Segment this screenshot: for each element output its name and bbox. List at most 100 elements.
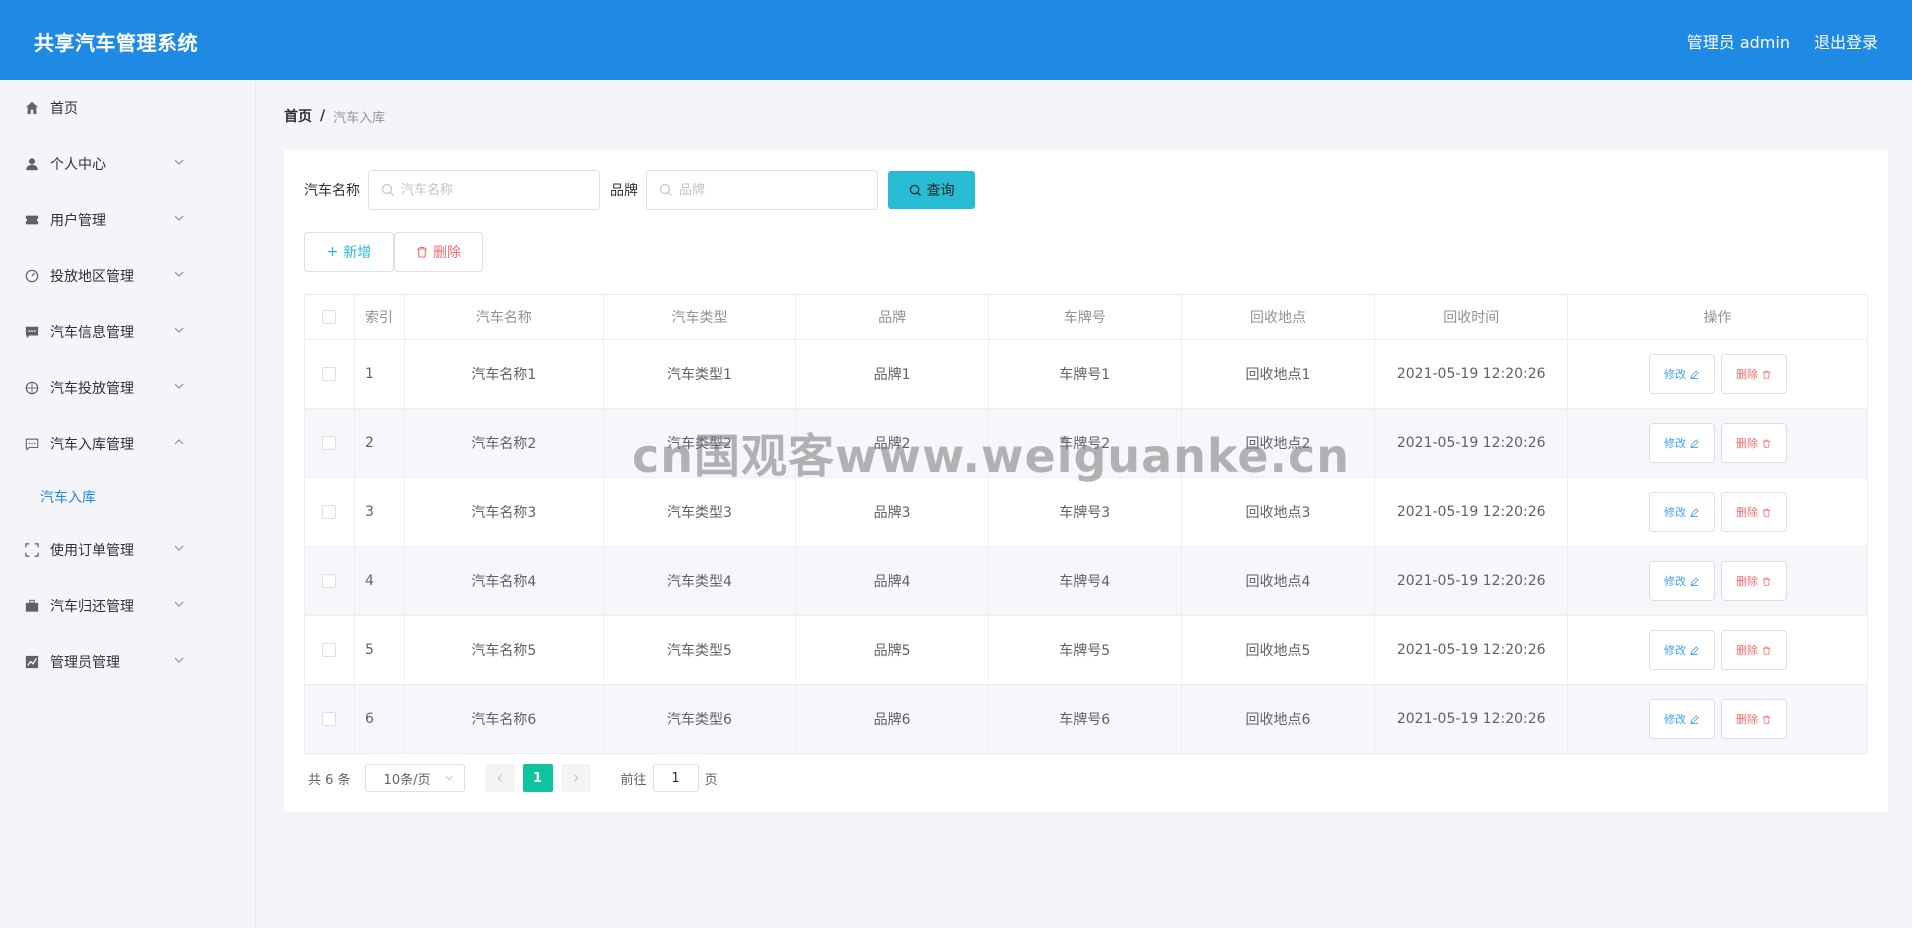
sidebar-item-users[interactable]: 用户管理 xyxy=(0,192,255,248)
chevron-right-icon xyxy=(573,774,578,782)
row-delete-button[interactable]: 删除 xyxy=(1720,354,1787,394)
table-row: 1 汽车名称1 汽车类型1 品牌1 车牌号1 回收地点1 2021-05-19 12:20:… xyxy=(304,339,1868,409)
row-checkbox[interactable] xyxy=(322,505,337,519)
car-name-field[interactable] xyxy=(368,170,600,210)
table-cell: 品牌3 xyxy=(795,477,989,547)
table-cell: 汽车名称6 xyxy=(403,684,604,754)
query-button[interactable]: 查询 xyxy=(888,171,975,209)
table-cell: 2021-05-19 12:20:26 xyxy=(1374,546,1569,616)
edit-button[interactable]: 修改 xyxy=(1648,354,1715,394)
sidebar-item-profile[interactable]: 个人中心 xyxy=(0,136,255,192)
breadcrumb: 首页 / 汽车入库 xyxy=(284,106,385,126)
edit-button[interactable]: 修改 xyxy=(1648,699,1715,739)
edit-button[interactable]: 修改 xyxy=(1648,423,1715,463)
table-row: 3 汽车名称3 汽车类型3 品牌3 车牌号3 回收地点3 2021-05-19 12:20:… xyxy=(304,477,1868,547)
table-cell: 3 xyxy=(353,477,405,547)
table-cell: 4 xyxy=(353,546,405,616)
brand-input[interactable] xyxy=(679,182,869,198)
column-header: 回收地点 xyxy=(1180,294,1376,340)
chevron-down-icon xyxy=(174,215,184,221)
breadcrumb-home[interactable]: 首页 xyxy=(284,106,312,126)
fullscreen-icon xyxy=(24,542,40,558)
column-header: 车牌号 xyxy=(987,294,1182,340)
car-storage-table: 索引 汽车名称 汽车类型 品牌 车牌号 回收地点 回收时间 操作 1 汽车名称1 汽… xyxy=(304,294,1868,754)
table-cell: 回收地点3 xyxy=(1180,477,1376,547)
add-button-label: 新增 xyxy=(343,245,372,261)
column-header: 汽车类型 xyxy=(602,294,797,340)
next-page-button[interactable] xyxy=(560,764,591,792)
sidebar-item-label: 使用订单管理 xyxy=(50,543,134,559)
page-suffix: 页 xyxy=(704,772,718,788)
sidebar-item-label: 汽车投放管理 xyxy=(50,381,134,397)
table-cell: 车牌号2 xyxy=(987,408,1182,478)
batch-delete-button[interactable]: 删除 xyxy=(394,232,483,272)
sidebar-item-admins[interactable]: 管理员管理 xyxy=(0,634,255,690)
page-jump: 前往 1 页 xyxy=(621,764,718,792)
sidebar-item-car-deploy[interactable]: 汽车投放管理 xyxy=(0,360,255,416)
edit-button[interactable]: 修改 xyxy=(1648,630,1715,670)
trash-icon xyxy=(1762,577,1771,586)
row-select-cell xyxy=(304,546,355,616)
row-delete-button[interactable]: 删除 xyxy=(1720,630,1787,670)
prev-page-button[interactable] xyxy=(484,764,515,792)
table-cell: 车牌号6 xyxy=(987,684,1182,754)
trash-icon xyxy=(1762,439,1771,448)
row-delete-button[interactable]: 删除 xyxy=(1720,561,1787,601)
search-icon xyxy=(381,183,394,196)
chart-icon xyxy=(24,654,40,670)
goto-page-input[interactable]: 1 xyxy=(652,764,699,792)
sidebar-item-regions[interactable]: 投放地区管理 xyxy=(0,248,255,304)
car-name-input[interactable] xyxy=(401,182,591,198)
sidebar-item-label: 个人中心 xyxy=(50,157,106,173)
row-checkbox[interactable] xyxy=(322,574,337,588)
pagination-total: 共 6 条 xyxy=(308,772,351,788)
row-actions: 修改 删除 xyxy=(1567,684,1868,754)
row-delete-button[interactable]: 删除 xyxy=(1720,423,1787,463)
table-cell: 2021-05-19 12:20:26 xyxy=(1374,684,1569,754)
table-cell: 回收地点4 xyxy=(1180,546,1376,616)
sidebar-item-label: 管理员管理 xyxy=(50,655,120,671)
sidebar-item-label: 汽车入库管理 xyxy=(50,437,134,453)
table-cell: 回收地点6 xyxy=(1180,684,1376,754)
table-cell: 车牌号1 xyxy=(987,339,1182,409)
briefcase-icon xyxy=(24,598,40,614)
trash-icon xyxy=(1762,715,1771,724)
row-checkbox[interactable] xyxy=(322,643,337,657)
query-button-label: 查询 xyxy=(926,183,955,199)
table-cell: 2021-05-19 12:20:26 xyxy=(1374,408,1569,478)
row-select-cell xyxy=(304,339,355,409)
row-checkbox[interactable] xyxy=(322,712,337,726)
row-delete-button[interactable]: 删除 xyxy=(1720,492,1787,532)
sidebar-item-label: 汽车信息管理 xyxy=(50,325,134,341)
page-number-button[interactable]: 1 xyxy=(522,764,553,792)
logout-link[interactable]: 退出登录 xyxy=(1814,29,1878,53)
brand-field[interactable] xyxy=(646,170,878,210)
sidebar-item-home[interactable]: 首页 xyxy=(0,80,255,136)
sidebar-item-car-return[interactable]: 汽车归还管理 xyxy=(0,578,255,634)
sidebar-subitem-car-storage[interactable]: 汽车入库 xyxy=(0,472,255,522)
search-bar: 汽车名称 品牌 查询 xyxy=(304,170,975,210)
edit-button[interactable]: 修改 xyxy=(1648,561,1715,601)
column-header: 索引 xyxy=(353,294,405,340)
row-delete-button[interactable]: 删除 xyxy=(1720,699,1787,739)
column-header: 操作 xyxy=(1567,294,1868,340)
table-row: 6 汽车名称6 汽车类型6 品牌6 车牌号6 回收地点6 2021-05-19 12:20:… xyxy=(304,684,1868,754)
page-size-select[interactable]: 10条/页 xyxy=(364,764,465,792)
row-checkbox[interactable] xyxy=(322,436,337,450)
row-checkbox[interactable] xyxy=(322,367,337,381)
top-header: 共享汽车管理系统 管理员 admin 退出登录 xyxy=(0,0,1912,80)
edit-icon xyxy=(1690,645,1699,655)
sidebar-item-orders[interactable]: 使用订单管理 xyxy=(0,522,255,578)
sidebar-item-car-storage[interactable]: 汽车入库管理 xyxy=(0,416,255,472)
search-icon xyxy=(659,183,672,196)
edit-button[interactable]: 修改 xyxy=(1648,492,1715,532)
chevron-down-icon xyxy=(174,657,184,663)
table-cell: 2021-05-19 12:20:26 xyxy=(1374,477,1569,547)
sidebar-item-label: 投放地区管理 xyxy=(50,269,134,285)
add-button[interactable]: + 新增 xyxy=(304,232,394,272)
search-icon xyxy=(909,184,921,196)
sidebar-item-car-info[interactable]: 汽车信息管理 xyxy=(0,304,255,360)
select-all-checkbox[interactable] xyxy=(322,310,337,324)
edit-button-label: 修改 xyxy=(1664,437,1687,450)
row-actions: 修改 删除 xyxy=(1567,615,1868,685)
